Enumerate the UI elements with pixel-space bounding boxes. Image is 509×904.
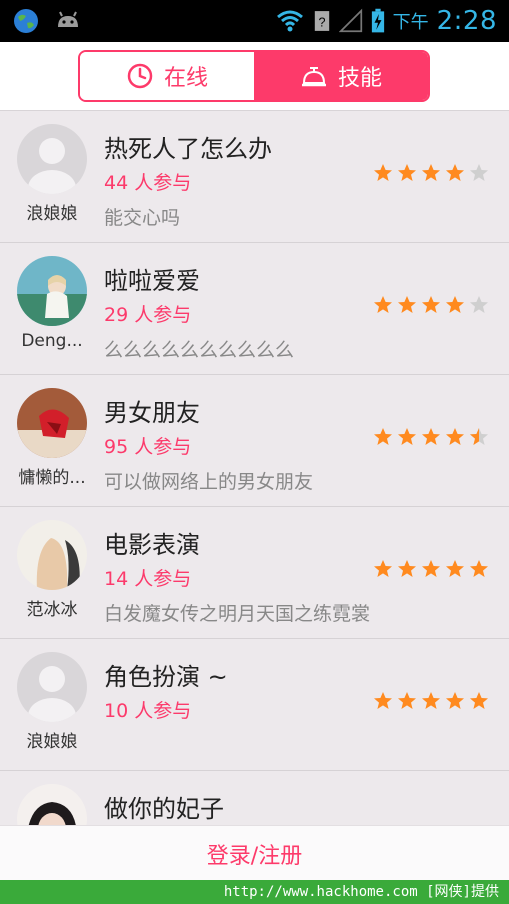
item-title: 电影表演 [104, 531, 200, 559]
participant-count: 29 人参与 [104, 304, 192, 326]
star-full-icon [470, 692, 488, 709]
star-full-icon [374, 692, 392, 709]
status-time-prefix: 下午 [392, 12, 429, 33]
segment-control: 在线 技能 [78, 50, 430, 102]
star-full-icon [398, 164, 416, 181]
star-full-icon [446, 692, 464, 709]
star-empty-icon [470, 296, 488, 313]
list-item[interactable]: 浪娘娘 角色扮演 ~ 10 人参与 [0, 639, 509, 771]
star-full-icon [374, 560, 392, 577]
login-register-button[interactable]: 登录/注册 [207, 838, 302, 870]
list-item[interactable]: 慵懒的... 男女朋友 95 人参与 可以做网络上的男女朋友 [0, 375, 509, 507]
star-full-icon [374, 296, 392, 313]
avatar[interactable] [17, 520, 87, 590]
avatar[interactable] [17, 388, 87, 458]
star-full-icon [422, 428, 440, 445]
username: 范冰冰 [26, 600, 78, 620]
avatar[interactable] [17, 784, 87, 825]
watermark: http://www.hackhome.com [网侠]提供 [0, 880, 509, 904]
star-full-icon [446, 164, 464, 181]
photo-avatar [17, 784, 87, 825]
list-item[interactable]: 做你的妃子 [0, 771, 509, 825]
photo-avatar [17, 388, 87, 458]
globe-icon [14, 9, 38, 33]
footer-bar: 登录/注册 [0, 825, 509, 881]
svg-text:?: ? [318, 15, 325, 29]
rating-stars [373, 163, 489, 183]
default-avatar-icon [17, 652, 87, 722]
username: 浪娘娘 [26, 204, 78, 224]
service-bell-icon [301, 67, 326, 87]
list-item[interactable]: 浪娘娘 热死人了怎么办 44 人参与 能交心吗 [0, 111, 509, 243]
star-full-icon [422, 692, 440, 709]
tab-online-label: 在线 [163, 66, 208, 91]
star-full-icon [446, 428, 464, 445]
star-full-icon [422, 164, 440, 181]
item-description: 能交心吗 [104, 207, 181, 229]
tab-skill-label: 技能 [337, 66, 382, 91]
item-description: 可以做网络上的男女朋友 [104, 471, 314, 493]
rating-stars [373, 295, 489, 315]
star-full-icon [398, 428, 416, 445]
wifi-icon [276, 10, 303, 32]
list-item[interactable]: 范冰冰 电影表演 14 人参与 白发魔女传之明月天国之练霓裳 [0, 507, 509, 639]
status-bar: ? 下午 2:28 [0, 0, 509, 42]
item-description: 白发魔女传之明月天国之练霓裳 [104, 603, 371, 625]
participant-count: 14 人参与 [104, 568, 192, 590]
item-title: 男女朋友 [104, 399, 200, 427]
star-empty-icon [470, 164, 488, 181]
star-full-icon [446, 296, 464, 313]
status-time: 2:28 [436, 6, 497, 36]
item-title: 热死人了怎么办 [104, 135, 272, 163]
star-full-icon [470, 560, 488, 577]
username: 浪娘娘 [26, 732, 78, 752]
username: Deng... [21, 331, 83, 351]
signal-icon [338, 8, 362, 33]
photo-avatar [17, 256, 87, 326]
star-half-icon [470, 428, 488, 445]
tab-skill[interactable]: 技能 [254, 52, 428, 100]
avatar[interactable] [17, 256, 87, 326]
item-title: 做你的妃子 [104, 795, 224, 823]
skill-list: 浪娘娘 热死人了怎么办 44 人参与 能交心吗 Deng... 啦啦爱爱 29 … [0, 111, 509, 825]
star-full-icon [374, 428, 392, 445]
item-description: 么么么么么么么么么么 [104, 339, 295, 361]
clock-icon [127, 63, 153, 89]
item-title: 角色扮演 ~ [104, 663, 228, 691]
star-full-icon [446, 560, 464, 577]
star-full-icon [422, 560, 440, 577]
rating-stars [373, 427, 489, 447]
avatar[interactable] [17, 652, 87, 722]
item-title: 啦啦爱爱 [104, 267, 200, 295]
tab-online[interactable]: 在线 [80, 52, 254, 100]
top-header: 在线 技能 [0, 42, 509, 111]
rating-stars [373, 691, 489, 711]
star-full-icon [398, 692, 416, 709]
participant-count: 95 人参与 [104, 436, 192, 458]
star-full-icon [398, 296, 416, 313]
photo-avatar [17, 520, 87, 590]
avatar[interactable] [17, 124, 87, 194]
android-icon [58, 11, 78, 27]
default-avatar-icon [17, 124, 87, 194]
star-full-icon [374, 164, 392, 181]
username: 慵懒的... [18, 468, 86, 488]
list-item[interactable]: Deng... 啦啦爱爱 29 人参与 么么么么么么么么么么 [0, 243, 509, 375]
participant-count: 44 人参与 [104, 172, 192, 194]
star-full-icon [398, 560, 416, 577]
battery-charging-icon [371, 8, 384, 33]
sim-unknown-icon: ? [314, 11, 329, 31]
star-full-icon [422, 296, 440, 313]
participant-count: 10 人参与 [104, 700, 192, 722]
rating-stars [373, 559, 489, 579]
